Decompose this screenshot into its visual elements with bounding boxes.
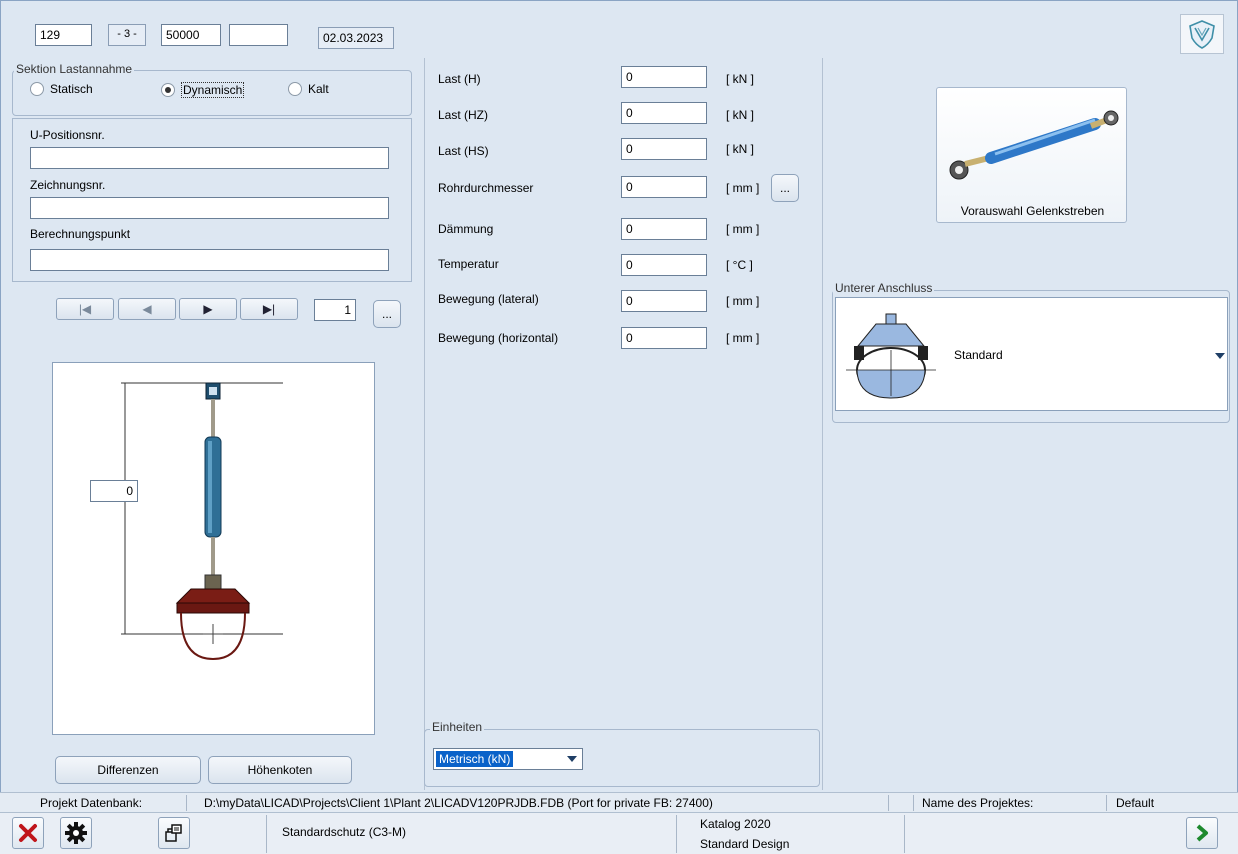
sektion-lastannahme-title: Sektion Lastannahme [14, 62, 135, 76]
project-name-label: Name des Projektes: [922, 796, 1034, 810]
vorauswahl-button[interactable]: Vorauswahl Gelenkstreben [936, 87, 1127, 223]
daemmung-unit: [ mm ] [726, 222, 760, 236]
project-name-value: Default [1116, 796, 1155, 810]
temperatur-input[interactable]: 0 [621, 254, 707, 276]
rohrdurchmesser-more-button[interactable]: ... [771, 174, 799, 202]
nav-next-button[interactable]: ▶ [179, 298, 237, 320]
nav-more-button[interactable]: ... [373, 300, 401, 328]
bewegung-horizontal-input[interactable]: 0 [621, 327, 707, 349]
radio-dynamisch-indicator[interactable] [161, 83, 175, 97]
toolbar-separator [266, 815, 267, 853]
load-unit-hz: [ kN ] [726, 108, 755, 122]
status-bar: Projekt Datenbank: D:\myData\LICAD\Proje… [0, 792, 1238, 812]
daemmung-label: Dämmung [438, 222, 494, 236]
differenzen-button[interactable]: Differenzen [55, 756, 201, 784]
load-label-hs: Last (HS) [438, 144, 489, 158]
rod-hanger-drawing [121, 382, 283, 661]
close-button[interactable] [12, 817, 44, 849]
strut-image-icon [949, 110, 1119, 180]
db-label: Projekt Datenbank: [40, 796, 143, 810]
close-icon [19, 824, 37, 842]
unterer-anschluss-dropdown[interactable]: Standard [835, 297, 1228, 411]
chevron-right-icon [1196, 824, 1208, 842]
bewegung-horizontal-label: Bewegung (horizontal) [438, 331, 559, 345]
bewegung-lateral-input[interactable]: 0 [621, 290, 707, 312]
hanger-diagram [52, 362, 375, 735]
bottom-toolbar: Standardschutz (C3-M) Katalog 2020 Stand… [0, 812, 1238, 854]
next-button[interactable] [1186, 817, 1218, 849]
radio-statisch-label: Statisch [50, 82, 93, 96]
einheiten-selected: Metrisch (kN) [436, 751, 514, 767]
rohrdurchmesser-unit: [ mm ] [726, 181, 760, 195]
load-input-hs[interactable]: 0 [621, 138, 707, 160]
nav-last-button[interactable]: ▶| [240, 298, 298, 320]
bewegung-lateral-unit: [ mm ] [726, 294, 760, 308]
position-field[interactable]: 50000 [161, 24, 221, 46]
chevron-down-icon [567, 756, 577, 762]
rohrdurchmesser-input[interactable]: 0 [621, 176, 707, 198]
settings-button[interactable] [60, 817, 92, 849]
dimension-input[interactable]: 0 [90, 480, 138, 502]
zeichnung-input[interactable] [30, 197, 389, 219]
pipe-clamp-icon [846, 313, 936, 399]
radio-kalt[interactable]: Kalt [288, 82, 329, 96]
berechnung-label: Berechnungspunkt [30, 227, 131, 241]
u-position-label: U-Positionsnr. [30, 128, 105, 142]
u-position-input[interactable] [30, 147, 389, 169]
bewegung-lateral-label: Bewegung (lateral) [438, 292, 539, 306]
berechnung-input[interactable] [30, 249, 389, 271]
radio-statisch[interactable]: Statisch [30, 82, 93, 96]
shield-logo-icon [1189, 20, 1215, 49]
db-path: D:\myData\LICAD\Projects\Client 1\Plant … [204, 796, 713, 810]
temperatur-label: Temperatur [438, 257, 499, 271]
nav-first-button[interactable]: |◀ [56, 298, 114, 320]
suffix-field[interactable] [229, 24, 288, 46]
bewegung-horizontal-unit: [ mm ] [726, 331, 760, 345]
standardschutz-label: Standardschutz (C3-M) [282, 825, 407, 839]
export-document-icon [165, 824, 182, 842]
column-divider-right [822, 58, 823, 790]
load-unit-hs: [ kN ] [726, 142, 755, 156]
daemmung-input[interactable]: 0 [621, 218, 707, 240]
radio-dynamisch-label: Dynamisch [181, 82, 245, 98]
radio-kalt-label: Kalt [308, 82, 329, 96]
company-logo [1180, 14, 1224, 54]
toolbar-separator [904, 815, 905, 853]
unterer-anschluss-title: Unterer Anschluss [833, 281, 935, 295]
nav-prev-button[interactable]: ◀ [118, 298, 176, 320]
radio-statisch-indicator[interactable] [30, 82, 44, 96]
design-label: Standard Design [700, 837, 790, 851]
einheiten-title: Einheiten [430, 720, 485, 734]
vorauswahl-label: Vorauswahl Gelenkstreben [960, 204, 1105, 218]
gear-icon [65, 822, 87, 844]
export-button[interactable] [158, 817, 190, 849]
load-label-hz: Last (HZ) [438, 108, 489, 122]
radio-dynamisch[interactable]: Dynamisch [161, 82, 245, 98]
load-input-h[interactable]: 0 [621, 66, 707, 88]
rohrdurchmesser-label: Rohrdurchmesser [438, 181, 534, 195]
separator-label: - 3 - [108, 24, 146, 46]
load-label-h: Last (H) [438, 72, 481, 86]
zeichnung-label: Zeichnungsnr. [30, 178, 106, 192]
date-display: 02.03.2023 [318, 27, 394, 49]
load-input-hz[interactable]: 0 [621, 102, 707, 124]
temperatur-unit: [ °C ] [726, 258, 753, 272]
column-divider-left [424, 58, 425, 790]
load-unit-h: [ kN ] [726, 72, 755, 86]
katalog-label: Katalog 2020 [700, 817, 771, 831]
page-number-field[interactable]: 1 [314, 299, 356, 321]
radio-kalt-indicator[interactable] [288, 82, 302, 96]
einheiten-dropdown[interactable]: Metrisch (kN) [433, 748, 583, 770]
hoehenkoten-button[interactable]: Höhenkoten [208, 756, 352, 784]
toolbar-separator [676, 815, 677, 853]
unterer-anschluss-selected: Standard [954, 348, 1003, 362]
chevron-down-icon [1215, 353, 1225, 359]
project-number-field[interactable]: 129 [35, 24, 92, 46]
